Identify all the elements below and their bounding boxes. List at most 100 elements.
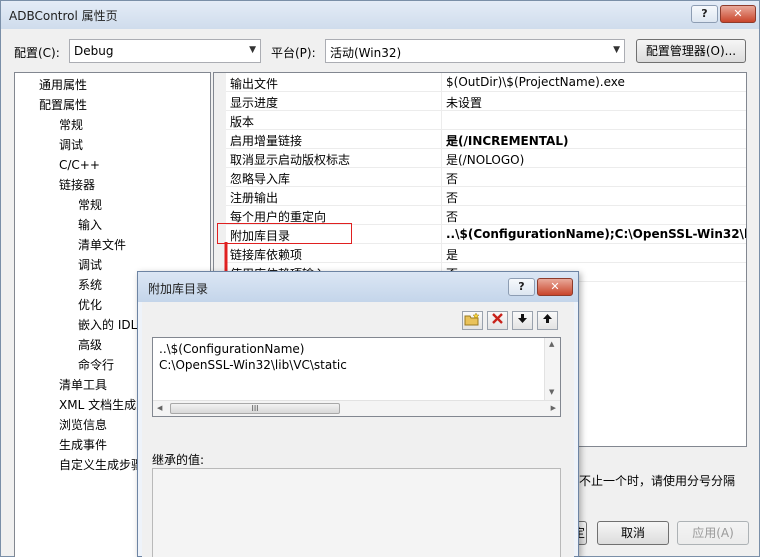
column-divider — [441, 149, 442, 168]
platform-value: 活动(Win32) — [330, 46, 402, 60]
property-value[interactable]: 是(/NOLOGO) — [446, 151, 524, 168]
scroll-right-icon[interactable]: ▶ — [551, 404, 556, 412]
property-value[interactable]: 否 — [446, 170, 458, 187]
grid-row[interactable]: 取消显示启动版权标志 是(/NOLOGO) — [214, 149, 746, 168]
window-title: ADBControl 属性页 — [9, 9, 118, 23]
property-value[interactable]: ..\$(ConfigurationName);C:\OpenSSL-Win32… — [446, 227, 746, 241]
property-name: 输出文件 — [230, 77, 279, 91]
list-item[interactable]: C:\OpenSSL-Win32\lib\VC\static — [159, 358, 347, 372]
property-name: 忽略导入库 — [230, 172, 291, 186]
tree-item[interactable]: 系统 — [78, 276, 102, 294]
property-value[interactable]: 未设置 — [446, 94, 482, 111]
property-value[interactable]: $(OutDir)\$(ProjectName).exe — [446, 75, 625, 89]
property-value[interactable]: 否 — [446, 208, 458, 225]
column-divider — [441, 225, 442, 244]
scroll-thumb[interactable]: III — [170, 403, 340, 414]
property-value[interactable]: 是 — [446, 246, 458, 263]
highlight-box — [217, 223, 352, 244]
grid-row[interactable]: 链接库依赖项 是 — [214, 244, 746, 263]
tree-item[interactable]: 输入 — [78, 216, 102, 234]
inherited-values-box — [152, 468, 561, 557]
tree-item[interactable]: 常规 — [59, 116, 83, 134]
scroll-left-icon[interactable]: ◀ — [157, 404, 162, 412]
tree-item[interactable]: 调试 — [78, 256, 102, 274]
config-combo[interactable]: Debug ▼ — [69, 39, 261, 63]
grid-row[interactable]: 版本 — [214, 111, 746, 130]
grid-row[interactable]: 显示进度 未设置 — [214, 92, 746, 111]
apply-button[interactable]: 应用(A) — [677, 521, 749, 545]
tree-item[interactable]: 优化 — [78, 296, 102, 314]
column-divider — [441, 206, 442, 225]
tree-item[interactable]: 链接器 — [59, 176, 95, 194]
horizontal-scrollbar[interactable]: ◀ III ▶ — [153, 400, 560, 416]
platform-combo[interactable]: 活动(Win32) ▼ — [325, 39, 625, 63]
grid-gutter — [214, 111, 226, 130]
inherited-values-label: 继承的值: — [152, 453, 205, 467]
config-manager-button[interactable]: 配置管理器(O)... — [636, 39, 746, 63]
column-divider — [441, 111, 442, 130]
dialog-help-button[interactable]: ? — [508, 278, 535, 296]
tree-item[interactable]: C/C++ — [59, 156, 100, 174]
config-label: 配置(C): — [14, 46, 60, 60]
move-down-icon[interactable] — [512, 311, 533, 330]
column-divider — [441, 187, 442, 206]
new-folder-icon[interactable] — [462, 311, 483, 330]
grid-gutter — [214, 187, 226, 206]
grid-gutter — [214, 168, 226, 187]
help-button[interactable]: ? — [691, 5, 718, 23]
property-name: 版本 — [230, 115, 255, 129]
dialog-title: 附加库目录 — [148, 282, 209, 296]
grid-row[interactable]: 输出文件 $(OutDir)\$(ProjectName).exe — [214, 73, 746, 92]
grid-gutter — [214, 73, 226, 92]
list-item[interactable]: ..\$(ConfigurationName) — [159, 342, 304, 356]
cancel-button[interactable]: 取消 — [597, 521, 669, 545]
property-value[interactable]: 是(/INCREMENTAL) — [446, 132, 568, 149]
grid-gutter — [214, 130, 226, 149]
dialog-body: ..\$(ConfigurationName) C:\OpenSSL-Win32… — [142, 302, 574, 557]
tree-item[interactable]: 清单文件 — [78, 236, 126, 254]
tree-item[interactable]: 配置属性 — [39, 96, 87, 114]
grid-row[interactable]: 注册输出 否 — [214, 187, 746, 206]
property-name: 取消显示启动版权标志 — [230, 153, 351, 167]
platform-label: 平台(P): — [271, 46, 316, 60]
column-divider — [441, 244, 442, 263]
grid-gutter — [214, 149, 226, 168]
config-value: Debug — [74, 44, 114, 58]
additional-library-dialog: 附加库目录 ? ✕ ..\$(ConfigurationName) C:\Ope… — [137, 271, 579, 557]
tree-item[interactable]: 通用属性 — [39, 76, 87, 94]
description-text: 不止一个时，请使用分号分隔 — [579, 474, 736, 488]
move-up-icon[interactable] — [537, 311, 558, 330]
dialog-title-bar[interactable]: 附加库目录 ? ✕ — [138, 272, 578, 302]
property-name: 链接库依赖项 — [230, 248, 303, 262]
directory-list[interactable]: ..\$(ConfigurationName) C:\OpenSSL-Win32… — [152, 337, 561, 417]
tree-item[interactable]: 嵌入的 IDL — [78, 316, 137, 334]
title-bar[interactable]: ADBControl 属性页 ? ✕ — [1, 1, 759, 29]
tree-item[interactable]: 生成事件 — [59, 436, 107, 454]
grid-row[interactable]: 启用增量链接 是(/INCREMENTAL) — [214, 130, 746, 149]
property-name: 启用增量链接 — [230, 134, 303, 148]
column-divider — [441, 73, 442, 92]
tree-item[interactable]: 自定义生成步骤 — [59, 456, 143, 474]
close-button[interactable]: ✕ — [720, 5, 756, 23]
tree-item[interactable]: XML 文档生成 — [59, 396, 136, 414]
tree-item[interactable]: 调试 — [59, 136, 83, 154]
grid-row[interactable]: 忽略导入库 否 — [214, 168, 746, 187]
column-divider — [441, 130, 442, 149]
tree-item[interactable]: 常规 — [78, 196, 102, 214]
tree-item[interactable]: 浏览信息 — [59, 416, 107, 434]
property-value[interactable]: 否 — [446, 189, 458, 206]
delete-icon[interactable] — [487, 311, 508, 330]
chevron-down-icon: ▼ — [613, 45, 620, 55]
tree-item[interactable]: 命令行 — [78, 356, 114, 374]
vertical-scrollbar[interactable]: ▲ ▼ — [544, 338, 560, 400]
column-divider — [441, 92, 442, 111]
tree-item[interactable]: 清单工具 — [59, 376, 107, 394]
tree-item[interactable]: 高级 — [78, 336, 102, 354]
property-name: 注册输出 — [230, 191, 279, 205]
scroll-up-icon[interactable]: ▲ — [549, 340, 554, 348]
description-panel: 不止一个时，请使用分号分隔 — [577, 448, 747, 508]
dialog-close-button[interactable]: ✕ — [537, 278, 573, 296]
scroll-down-icon[interactable]: ▼ — [549, 388, 554, 396]
grid-gutter — [214, 92, 226, 111]
column-divider — [441, 168, 442, 187]
